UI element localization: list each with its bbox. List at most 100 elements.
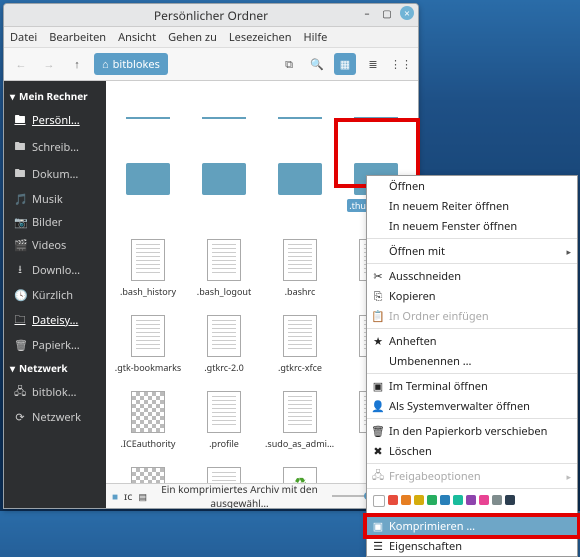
ctx-in-neuem-fenster-ffnen[interactable]: In neuem Fenster öffnen (367, 216, 577, 236)
file-label: .profile (207, 437, 241, 450)
sidebar-item-recent[interactable]: 🕓Kürzlich (4, 284, 106, 307)
doc-icon (207, 315, 241, 357)
ctx-label: Öffnen mit (389, 244, 445, 259)
sidebar-item-documents[interactable]: 🖿Dokum… (4, 161, 106, 188)
close-button[interactable]: × (400, 6, 414, 20)
sidebar-item-home[interactable]: 🖿Persönl… (4, 107, 106, 134)
ctx-ausschneiden[interactable]: ✂Ausschneiden (367, 266, 577, 286)
menu-goto[interactable]: Gehen zu (168, 30, 217, 45)
list-view-button[interactable]: ≣ (362, 53, 384, 75)
file-label: .bashrc (283, 285, 318, 298)
back-button[interactable]: ← (10, 53, 32, 75)
folder-icon: 🖿 (14, 111, 26, 130)
file-item[interactable] (188, 465, 260, 483)
file-label: .sudo_as_admin_successful (263, 437, 337, 450)
menu-view[interactable]: Ansicht (118, 30, 156, 45)
ctx-l-schen[interactable]: ✖ Löschen (367, 441, 577, 461)
file-item[interactable] (188, 85, 260, 161)
file-item[interactable]: .ICEauthority (112, 389, 184, 465)
file-item[interactable]: .bash_history (112, 237, 184, 313)
menu-edit[interactable]: Bearbeiten (49, 30, 106, 45)
ctx-in-den-papierkorb-verschieben[interactable]: 🗑In den Papierkorb verschieben (367, 421, 577, 441)
status-pref-icon: ▤ (138, 490, 147, 503)
file-item[interactable] (112, 85, 184, 161)
file-item[interactable] (112, 465, 184, 483)
doc-icon (283, 315, 317, 357)
ctx-icon: 📋 (371, 309, 385, 324)
fld-top-icon (354, 87, 398, 119)
file-item[interactable]: .gtk-bookmarks (112, 313, 184, 389)
file-label: .ICEauthority (119, 437, 178, 450)
ctx-icon: 👤 (371, 399, 385, 414)
ctx--ffnen-mit[interactable]: Öffnen mit (367, 241, 577, 261)
file-item[interactable]: .sudo_as_admin_successful (264, 389, 336, 465)
ctx-kopieren[interactable]: ⎘ Kopieren (367, 286, 577, 306)
file-item[interactable]: .bash_logout (188, 237, 260, 313)
ctx-icon: ⎘ (371, 289, 385, 304)
forward-button[interactable]: → (38, 53, 60, 75)
file-label: .bash_logout (195, 285, 253, 298)
file-item[interactable]: .bashrc (264, 237, 336, 313)
ctx-label: In neuem Fenster öffnen (389, 219, 517, 234)
sidebar-item-trash[interactable]: 🗑Papierk… (4, 334, 106, 357)
ctx-im-terminal-ffnen[interactable]: ▣Im Terminal öffnen (367, 376, 577, 396)
menu-bookmarks[interactable]: Lesezeichen (229, 30, 292, 45)
color-tag-bar[interactable] (367, 491, 577, 511)
file-label: .gtk-bookmarks (113, 361, 183, 374)
ctx-eigenschaften[interactable]: ☰Eigenschaften (367, 536, 577, 556)
sidebar-item-downloads[interactable]: ⭳Downlo… (4, 257, 106, 284)
file-item[interactable] (112, 161, 184, 237)
file-item[interactable] (264, 85, 336, 161)
ctx-icon: ★ (371, 334, 385, 349)
menu-help[interactable]: Hilfe (304, 30, 328, 45)
search-button[interactable]: 🔍 (306, 53, 328, 75)
status-sq-icon: ■ (112, 489, 118, 503)
annotation-compress (363, 513, 580, 539)
file-item[interactable]: .gtkrc-2.0 (188, 313, 260, 389)
ctx-label: In Ordner einfügen (389, 309, 489, 324)
compact-view-button[interactable]: ⋮⋮ (390, 53, 412, 75)
icon-view-button[interactable]: ▦ (334, 53, 356, 75)
menu-file[interactable]: Datei (10, 30, 37, 45)
file-item[interactable]: ♻ (264, 465, 336, 483)
ctx-anheften[interactable]: ★Anheften (367, 331, 577, 351)
doc-icon (283, 239, 317, 281)
ctx-umbenennen-[interactable]: Umbenennen … (367, 351, 577, 371)
new-tab-button[interactable]: ⧉ (278, 53, 300, 75)
ctx-in-neuem-reiter-ffnen[interactable]: In neuem Reiter öffnen (367, 196, 577, 216)
sidebar-item-videos[interactable]: 🎬Videos (4, 234, 106, 257)
sidebar-item-music[interactable]: 🎵Musik (4, 188, 106, 211)
path-button[interactable]: ⌂ bitblokes (94, 53, 168, 75)
menubar: Datei Bearbeiten Ansicht Gehen zu Leseze… (4, 27, 418, 48)
ctx-als-systemverwalter-ffnen[interactable]: 👤Als Systemverwalter öffnen (367, 396, 577, 416)
doc-icon (207, 391, 241, 433)
file-item[interactable]: .gtkrc-xfce (264, 313, 336, 389)
up-button[interactable]: ↑ (66, 53, 88, 75)
sidebar: ▾ Mein Rechner 🖿Persönl… 🖿Schreib… 🖿Doku… (4, 81, 106, 508)
sidebar-item-network[interactable]: ⟳Netzwerk (4, 406, 106, 429)
sidebar-item-pictures[interactable]: 📷Bilder (4, 211, 106, 234)
titlebar: Persönlicher Ordner – ▢ × (4, 4, 418, 27)
file-label: .gtkrc-2.0 (202, 361, 245, 374)
ctx-icon: ▣ (371, 379, 385, 394)
file-item[interactable]: .profile (188, 389, 260, 465)
path-label: bitblokes (113, 57, 160, 72)
sidebar-item-desktop[interactable]: 🖿Schreib… (4, 134, 106, 161)
sidebar-section-computer: ▾ Mein Rechner (4, 85, 106, 107)
fld-icon (202, 163, 246, 195)
chk-icon (131, 467, 165, 483)
file-label: .gtkrc-xfce (276, 361, 324, 374)
sidebar-item-filesystem[interactable]: 🗀Dateisy… (4, 307, 106, 334)
ctx-icon: ✖ (371, 444, 385, 459)
chk-icon (131, 391, 165, 433)
window-title: Persönlicher Ordner (154, 7, 268, 24)
maximize-button[interactable]: ▢ (380, 6, 394, 20)
minimize-button[interactable]: – (360, 6, 374, 20)
sidebar-item-netloc[interactable]: 🖧bitblok… (4, 379, 106, 406)
ctx--ffnen[interactable]: Öffnen (367, 176, 577, 196)
file-item[interactable] (264, 161, 336, 237)
ctx-label: In den Papierkorb verschieben (389, 424, 547, 439)
file-item[interactable] (188, 161, 260, 237)
ctx-label: Kopieren (389, 289, 436, 304)
ctx-label: Löschen (389, 444, 432, 459)
